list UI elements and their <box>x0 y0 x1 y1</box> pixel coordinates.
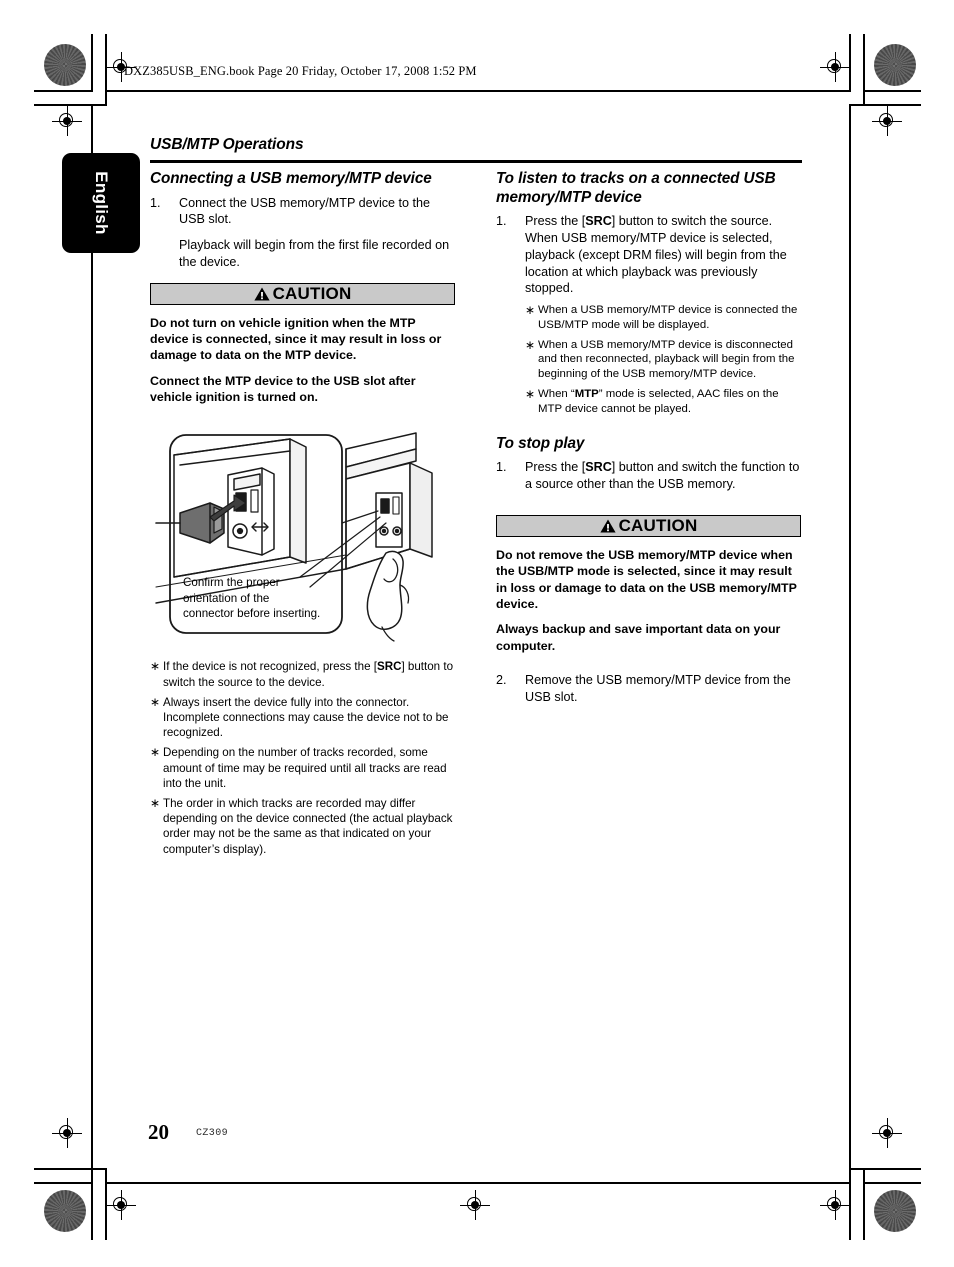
step-text: Remove the USB memory/MTP device from th… <box>525 673 791 704</box>
section-heading-listen: To listen to tracks on a connected USB m… <box>496 170 776 206</box>
caution-body-left: Do not turn on vehicle ignition when the… <box>150 315 455 406</box>
right-column: To listen to tracks on a connected USB m… <box>496 170 801 708</box>
note-text-pre: When a USB memory/MTP device is connecte… <box>538 303 798 331</box>
page-title: USB/MTP Operations <box>150 136 304 153</box>
caution-paragraph: Do not turn on vehicle ignition when the… <box>150 315 442 363</box>
step-text-pre: Press the [ <box>525 214 586 229</box>
list-item: ∗ If the device is not recognized, press… <box>150 659 455 689</box>
caution-body-right: Do not remove the USB memory/MTP device … <box>496 547 801 654</box>
list-item: ∗ Depending on the number of tracks reco… <box>150 745 455 791</box>
list-item: ∗ The order in which tracks are recorded… <box>150 796 455 857</box>
listen-steps-list: 1. Press the [SRC] button to switch the … <box>496 213 801 297</box>
caution-paragraph: Do not remove the USB memory/MTP device … <box>496 547 797 612</box>
warning-triangle-icon <box>599 519 616 533</box>
registration-target-bottom-left2 <box>460 1190 490 1220</box>
registration-target-upper-right <box>872 106 902 136</box>
step-substep-text: Playback will begin from the first file … <box>179 238 450 269</box>
crop-mark-bottom-right-h2 <box>849 1168 921 1170</box>
asterisk-bullet-icon: ∗ <box>150 659 161 674</box>
remove-step-list: 2. Remove the USB memory/MTP device from… <box>496 672 801 705</box>
halftone-patch-bottom-right <box>874 1190 916 1232</box>
registration-target-top-right <box>820 52 850 82</box>
figure-caption: Confirm the proper orientation of the co… <box>183 576 321 620</box>
left-column: Connecting a USB memory/MTP device 1. Co… <box>150 170 455 862</box>
halftone-patch-top-left <box>44 44 86 86</box>
list-item: 1. Connect the USB memory/MTP device to … <box>150 195 455 228</box>
note-text-pre: The order in which tracks are recorded m… <box>163 796 453 856</box>
registration-target-bottom-left <box>106 1190 136 1220</box>
trim-rule-left <box>91 104 93 1184</box>
caution-paragraph: Always backup and save important data on… <box>496 622 781 653</box>
caution-paragraph: Connect the MTP device to the USB slot a… <box>150 373 416 405</box>
list-item: 1. Press the [SRC] button to switch the … <box>496 213 801 297</box>
page-number: 20 <box>148 1120 169 1144</box>
list-item: 1. Press the [SRC] button and switch the… <box>496 459 801 492</box>
asterisk-bullet-icon: ∗ <box>150 745 161 760</box>
step-number: 1. <box>496 214 507 229</box>
asterisk-bullet-icon: ∗ <box>150 795 161 810</box>
registration-target-lower-right <box>872 1118 902 1148</box>
registration-target-upper-left <box>52 106 82 136</box>
usb-insertion-illustration: Confirm the proper orientation of the co… <box>150 427 455 653</box>
list-item: ∗ Always insert the device fully into th… <box>150 695 455 741</box>
caution-block-right: CAUTION Do not remove the USB memory/MTP… <box>496 514 801 654</box>
stop-play-steps-list: 1. Press the [SRC] button and switch the… <box>496 459 801 492</box>
registration-target-bottom-right <box>820 1190 850 1220</box>
crop-mark-bottom-left-v1 <box>91 1182 93 1240</box>
list-item: ∗ When a USB memory/MTP device is connec… <box>525 303 801 333</box>
list-item: ∗ When a USB memory/MTP device is discon… <box>525 338 801 382</box>
list-item: 2. Remove the USB memory/MTP device from… <box>496 672 801 705</box>
crop-mark-top-left-v1 <box>91 34 93 92</box>
left-notes-list: ∗ If the device is not recognized, press… <box>150 659 455 856</box>
step-text-bold: SRC <box>585 460 612 475</box>
warning-triangle-icon <box>253 287 270 301</box>
caution-label: CAUTION <box>618 516 698 536</box>
page-canvas: DXZ385USB_ENG.book Page 20 Friday, Octob… <box>0 0 954 1267</box>
crop-mark-bottom-right-v2 <box>863 1168 865 1240</box>
halftone-patch-bottom-left <box>44 1190 86 1232</box>
trim-rule-right <box>849 104 851 1184</box>
step-number: 1. <box>150 195 161 210</box>
halftone-patch-top-right <box>874 44 916 86</box>
asterisk-bullet-icon: ∗ <box>150 694 161 709</box>
list-item: ∗ When “MTP” mode is selected, AAC files… <box>525 387 801 417</box>
note-text-pre: If the device is not recognized, press t… <box>163 660 377 674</box>
language-tab: English <box>62 153 140 253</box>
step-text: Connect the USB memory/MTP device to the… <box>179 195 431 227</box>
note-text-bold: SRC <box>376 660 402 674</box>
note-text-bold: MTP <box>574 388 599 401</box>
crop-mark-top-left-h1 <box>34 90 92 92</box>
crop-mark-top-right-v2 <box>863 34 865 106</box>
asterisk-bullet-icon: ∗ <box>525 387 536 402</box>
crop-mark-bottom-left-h2 <box>34 1168 106 1170</box>
part-number: CZ309 <box>196 1128 229 1139</box>
note-text-pre: When “ <box>538 388 575 401</box>
connecting-steps-list: 1. Connect the USB memory/MTP device to … <box>150 195 455 228</box>
asterisk-bullet-icon: ∗ <box>525 337 536 352</box>
note-text-pre: Depending on the number of tracks record… <box>163 746 447 790</box>
section-heading-connecting: Connecting a USB memory/MTP device <box>150 170 432 187</box>
trim-rule-bottom <box>105 1182 850 1184</box>
header-divider <box>150 160 802 163</box>
language-tab-label: English <box>92 171 111 235</box>
caution-header-bar: CAUTION <box>496 514 801 537</box>
asterisk-bullet-icon: ∗ <box>525 302 536 317</box>
caution-label: CAUTION <box>272 284 352 304</box>
book-file-stamp: DXZ385USB_ENG.book Page 20 Friday, Octob… <box>124 64 477 78</box>
trim-rule-top <box>105 90 850 92</box>
step-number: 2. <box>496 673 507 688</box>
crop-mark-top-right-h1 <box>863 90 921 92</box>
note-text-pre: When a USB memory/MTP device is disconne… <box>538 338 795 381</box>
caution-block-left: CAUTION Do not turn on vehicle ignition … <box>150 282 455 406</box>
step-text-pre: Press the [ <box>525 460 586 475</box>
caution-header-bar: CAUTION <box>150 282 455 305</box>
crop-mark-bottom-left-h1 <box>34 1182 92 1184</box>
section-heading-stop-play: To stop play <box>496 434 585 452</box>
registration-target-lower-left <box>52 1118 82 1148</box>
step-number: 1. <box>496 460 507 475</box>
right-notes-list: ∗ When a USB memory/MTP device is connec… <box>525 303 801 417</box>
step-text-bold: SRC <box>585 214 612 229</box>
crop-mark-bottom-right-h1 <box>863 1182 921 1184</box>
note-text-pre: Always insert the device fully into the … <box>163 695 449 740</box>
